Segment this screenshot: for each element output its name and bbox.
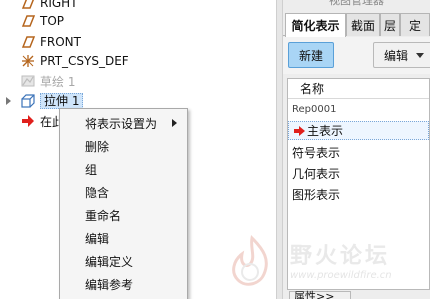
menu-item-delete[interactable]: 删除 bbox=[60, 135, 187, 158]
tab-simplified-rep[interactable]: 简化表示 bbox=[285, 13, 346, 37]
menu-item-set-representation[interactable]: 将表示设置为 bbox=[60, 112, 187, 135]
chevron-down-icon bbox=[416, 52, 425, 58]
menu-item-suppress[interactable]: 隐含 bbox=[60, 181, 187, 204]
menu-item-label: 编辑参考 bbox=[85, 278, 134, 292]
tree-item-top[interactable]: TOP bbox=[20, 11, 64, 31]
expand-arrow-icon[interactable] bbox=[6, 97, 11, 105]
list-item[interactable]: 图形表示 bbox=[288, 185, 429, 204]
menu-item-label: 编辑 bbox=[85, 232, 110, 246]
datum-plane-icon bbox=[20, 34, 36, 50]
list-item-label: 符号表示 bbox=[292, 146, 341, 160]
menu-item-rename[interactable]: 重命名 bbox=[60, 204, 187, 227]
list-item[interactable]: 符号表示 bbox=[288, 143, 429, 162]
list-item-label: 主表示 bbox=[307, 124, 344, 138]
tree-item-label: RIGHT bbox=[40, 0, 78, 10]
tree-item-label: TOP bbox=[40, 14, 65, 28]
edit-dropdown-button[interactable]: 编辑 bbox=[373, 42, 430, 68]
flame-logo-icon bbox=[232, 234, 268, 286]
menu-item-group[interactable]: 组 bbox=[60, 158, 187, 181]
menu-item-edit-references[interactable]: 编辑参考 bbox=[60, 273, 187, 296]
active-arrow-icon bbox=[293, 125, 307, 137]
context-menu: 将表示设置为 删除 组 隐含 重命名 编辑 编辑定义 编辑参考 bbox=[59, 108, 188, 299]
view-manager-toolbar: 新建 编辑 bbox=[283, 37, 430, 74]
watermark-url: www.proewildfire.cn bbox=[290, 270, 392, 281]
list-item-label: 图形表示 bbox=[292, 188, 341, 202]
list-item-active[interactable]: 主表示 bbox=[288, 121, 429, 140]
watermark-title: 野火论坛 bbox=[290, 244, 391, 269]
menu-item-label: 删除 bbox=[85, 140, 110, 154]
insert-here-arrow-icon bbox=[20, 113, 36, 129]
tab-bar: 简化表示 截面 层 定 bbox=[283, 13, 430, 37]
tab-orient[interactable]: 定 bbox=[400, 13, 430, 36]
new-button[interactable]: 新建 bbox=[288, 42, 334, 68]
tab-section[interactable]: 截面 bbox=[346, 13, 380, 36]
menu-item-edit-definition[interactable]: 编辑定义 bbox=[60, 250, 187, 273]
menu-item-label: 重命名 bbox=[85, 209, 122, 223]
tree-item-label: 拉伸 1 bbox=[40, 93, 84, 109]
submenu-arrow-icon bbox=[172, 119, 177, 127]
watermark: 野火论坛 www.proewildfire.cn bbox=[220, 232, 430, 296]
menu-item-edit[interactable]: 编辑 bbox=[60, 227, 187, 250]
extrude-icon bbox=[20, 93, 36, 109]
list-item[interactable]: 几何表示 bbox=[288, 164, 429, 183]
tree-item-sketch[interactable]: 草绘 1 bbox=[20, 71, 75, 91]
panel-title: 视图管理器 bbox=[329, 0, 384, 7]
tree-item-label: FRONT bbox=[40, 35, 81, 49]
tree-item-label: 草绘 1 bbox=[40, 74, 76, 89]
list-item-label: 几何表示 bbox=[292, 167, 341, 181]
list-item[interactable]: Rep0001 bbox=[288, 100, 429, 119]
menu-item-label: 将表示设置为 bbox=[85, 117, 158, 131]
tree-item-label: PRT_CSYS_DEF bbox=[40, 54, 129, 68]
edit-button-label: 编辑 bbox=[384, 48, 409, 63]
tree-item-front[interactable]: FRONT bbox=[20, 32, 81, 52]
menu-item-label: 组 bbox=[85, 163, 98, 177]
tree-item-insert-here[interactable]: 在此 bbox=[20, 111, 64, 131]
datum-plane-icon bbox=[20, 0, 36, 11]
tree-item-csys[interactable]: PRT_CSYS_DEF bbox=[20, 51, 129, 71]
column-header-name[interactable]: 名称 bbox=[288, 79, 429, 99]
menu-item-label: 隐含 bbox=[85, 186, 110, 200]
list-item-label: Rep0001 bbox=[292, 104, 337, 115]
datum-plane-icon bbox=[20, 13, 36, 29]
tab-layer[interactable]: 层 bbox=[380, 13, 400, 36]
menu-item-label: 编辑定义 bbox=[85, 255, 134, 269]
sketch-icon bbox=[20, 73, 36, 89]
coordinate-system-icon bbox=[20, 53, 36, 69]
